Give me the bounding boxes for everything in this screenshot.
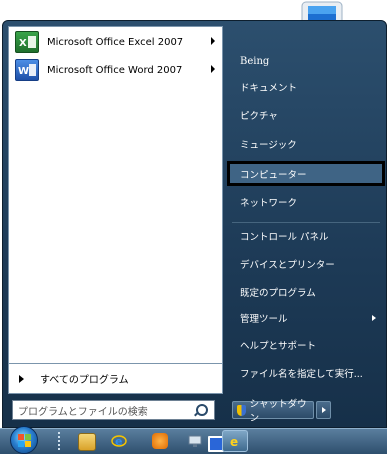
program-label: Microsoft Office Word 2007 — [47, 64, 183, 76]
submenu-arrow-icon — [211, 65, 215, 73]
menu-item-run[interactable]: ファイル名を指定して実行... — [234, 362, 382, 384]
menu-item-devices-printers[interactable]: デバイスとプリンター — [234, 253, 382, 275]
svg-text:e: e — [115, 435, 122, 448]
menu-item-music[interactable]: ミュージック — [234, 133, 382, 155]
ie-active-icon[interactable]: e — [222, 430, 248, 452]
highlight-box — [227, 161, 385, 186]
svg-text:e: e — [230, 435, 238, 449]
internet-explorer-icon[interactable]: e — [111, 433, 127, 449]
search-placeholder: プログラムとファイルの検索 — [18, 406, 148, 418]
submenu-arrow-icon — [372, 315, 376, 321]
menu-item-documents[interactable]: ドキュメント — [234, 76, 382, 98]
user-name-link[interactable]: Being — [234, 50, 382, 72]
expand-arrow-icon — [19, 374, 24, 383]
shield-icon — [237, 404, 246, 416]
shutdown-options-button[interactable] — [316, 401, 331, 419]
taskbar-grip — [58, 432, 60, 450]
menu-separator — [232, 222, 380, 223]
programs-pane: X Microsoft Office Excel 2007 W Microsof… — [8, 26, 223, 364]
svg-text:W: W — [18, 66, 29, 77]
menu-item-pictures[interactable]: ピクチャ — [234, 104, 382, 126]
explorer-icon[interactable] — [78, 433, 96, 451]
menu-item-default-programs[interactable]: 既定のプログラム — [234, 281, 382, 303]
search-input[interactable]: プログラムとファイルの検索 — [12, 400, 215, 420]
start-orb-icon[interactable] — [10, 426, 38, 454]
pinned-program-word[interactable]: W Microsoft Office Word 2007 — [15, 57, 219, 83]
pinned-program-excel[interactable]: X Microsoft Office Excel 2007 — [15, 29, 219, 55]
program-label: Microsoft Office Excel 2007 — [47, 36, 184, 48]
all-programs-button[interactable]: すべてのプログラム — [8, 364, 223, 394]
excel-icon: X — [15, 31, 39, 53]
network-icon[interactable] — [187, 433, 203, 449]
shutdown-button[interactable]: シャットダウン — [232, 399, 314, 424]
shutdown-label: シャットダウン — [249, 399, 307, 424]
search-icon[interactable] — [196, 404, 208, 416]
word-icon: W — [15, 59, 39, 81]
menu-item-control-panel[interactable]: コントロール パネル — [234, 225, 382, 247]
menu-item-network[interactable]: ネットワーク — [234, 191, 382, 213]
menu-item-help-support[interactable]: ヘルプとサポート — [234, 334, 382, 356]
svg-text:X: X — [19, 38, 27, 49]
menu-item-label: 管理ツール — [240, 314, 288, 325]
submenu-arrow-icon — [211, 37, 215, 45]
menu-item-admin-tools[interactable]: 管理ツール — [234, 307, 382, 329]
media-player-icon[interactable] — [152, 433, 168, 449]
all-programs-label: すべてのプログラム — [40, 375, 129, 386]
